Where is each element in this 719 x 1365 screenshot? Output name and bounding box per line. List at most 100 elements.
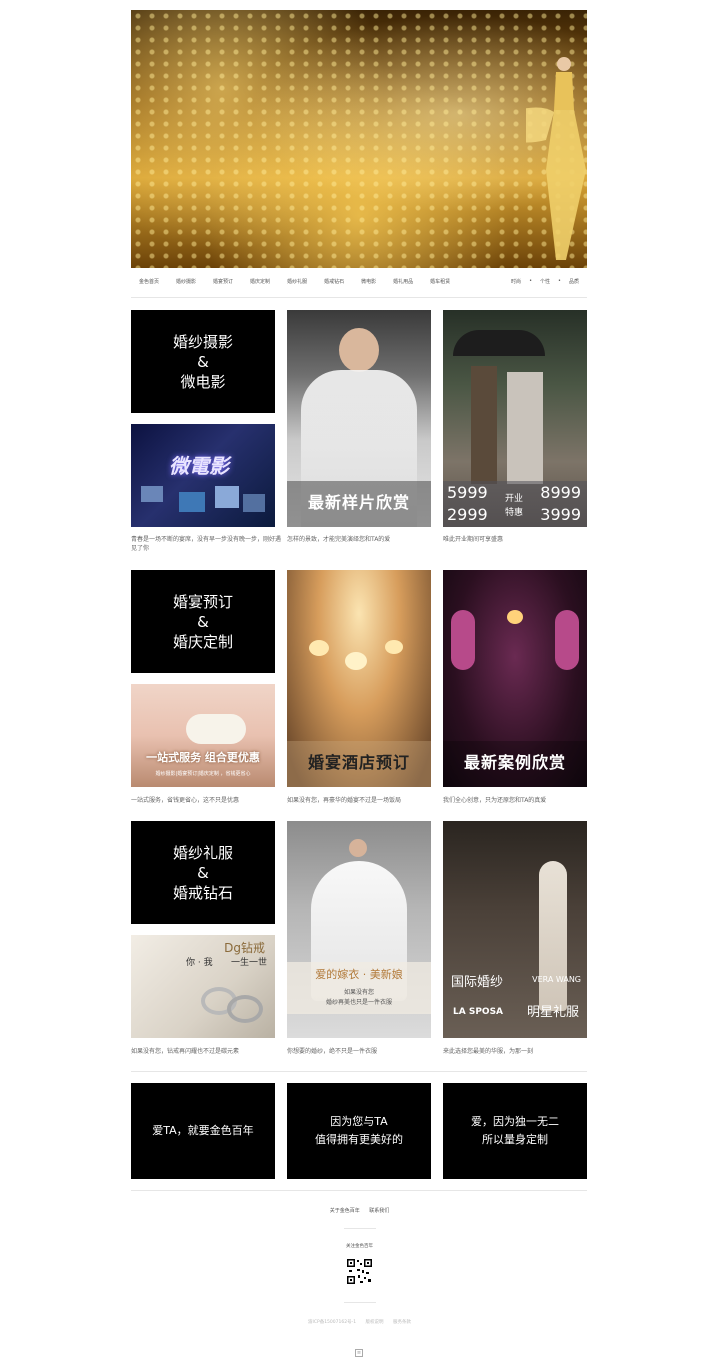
main-nav: 金色首页 婚纱摄影 婚宴预订 婚庆定制 婚纱礼服 婚戒钻石 微电影 婚礼用品 婚… [131,272,587,290]
icp-number[interactable]: 渝ICP备15007162号-1 [308,1320,356,1325]
tile-title: 明星礼服 [526,1005,579,1020]
tile-line: & [197,352,209,371]
nav-item[interactable]: 婚庆定制 [250,278,270,285]
copyright-link[interactable]: 版权说明 [366,1320,384,1325]
nav-dot: • [558,278,561,284]
ring [227,995,263,1023]
tile-line: 微电影 [180,372,226,391]
tile-title: 最新案例欣赏 [463,753,566,772]
nav-item[interactable]: 微电影 [361,278,376,285]
chandelier [507,610,523,624]
tile-line: 婚纱礼服 [172,843,233,862]
caption: 唯此开业期间可享盛惠 [443,536,504,543]
umbrella [453,330,545,356]
tile-line: 婚宴预订 [172,592,233,611]
ring-image[interactable]: Dg钻戒 你 · 我 一生一世 [131,935,275,1038]
brand-name: VERA WANG [532,975,581,984]
price-label: 开业 [505,494,524,504]
nav-tag: 时尚 [511,279,522,285]
slogan-banner[interactable]: 爱TA，就要金色百年 [131,1083,275,1179]
tile-line: & [197,863,209,882]
banner-line: 值得拥有更美好的 [315,1133,403,1146]
price: 2999 [447,505,488,524]
one-stop-service-image[interactable]: 一站式服务 组合更优惠 婚纱摄影|婚宴预订|婚庆定制 ，省钱更省心 [131,684,275,787]
price: 8999 [540,483,581,502]
caption: 怎样的景致，才能完美演绎您和TA的爱 [287,536,391,543]
brand-name: LA SPOSA [453,1007,504,1017]
tile-sub: 如果没有您 [343,989,374,996]
bridal-gown-tile[interactable]: 爱的嫁衣 · 美新娘 如果没有您 婚纱再美也只是一件衣服 [287,821,431,1038]
hero-banner[interactable] [131,10,587,268]
model-head [349,839,367,857]
flowers [186,714,246,744]
micro-film-logo: 微電影 [169,454,229,478]
slogan-banner[interactable]: 因为您与TA 值得拥有更美好的 [287,1083,431,1179]
film-still [243,494,265,512]
nav-item[interactable]: 婚宴预订 [213,278,233,285]
qr-code-icon[interactable] [346,1258,373,1285]
terms-link[interactable]: 服务条款 [393,1320,411,1325]
price: 5999 [447,483,488,502]
caption: 一站式服务，省钱更省心，这不只是优惠 [131,797,240,804]
tile-line: 婚戒钻石 [172,883,233,902]
caption: 你想要的婚纱，绝不只是一件衣服 [287,1048,378,1055]
divider [131,1190,587,1191]
gown [539,861,567,1011]
nav-dot: • [529,278,533,284]
latest-cases-tile[interactable]: 最新案例欣赏 [443,570,587,787]
micro-film-image[interactable]: 微電影 [131,424,275,527]
tile-title: 婚宴酒店预订 [307,753,410,772]
banner-line: 所以量身定制 [482,1133,548,1146]
tile-title: 国际婚纱 [451,975,504,990]
tile-line: & [197,612,209,631]
nav-item[interactable]: 婚纱礼服 [287,278,307,285]
nav-item[interactable]: 婚礼用品 [393,278,413,285]
nav-tag: 品质 [568,279,579,285]
ring-slogan: 你 · 我 [186,958,213,968]
category-tile-dress[interactable]: 婚纱礼服 & 婚戒钻石 [131,821,275,924]
category-tile-banquet[interactable]: 婚宴预订 & 婚庆定制 [131,570,275,673]
nav-item[interactable]: 婚车租赁 [430,278,450,285]
footer-link-about[interactable]: 关于金色百年 [330,1208,360,1214]
nav-item[interactable]: 金色首页 [139,278,159,285]
divider [344,1302,376,1303]
divider [131,297,587,298]
chandelier [345,652,367,670]
bride-face [339,328,379,372]
category-tile-photography[interactable]: 婚纱摄影 & 微电影 [131,310,275,413]
divider [344,1228,376,1229]
sample-photos-tile[interactable]: 最新样片欣赏 [287,310,431,527]
flower-decor [555,610,579,670]
caption: 我们全心创意，只为还原您和TA的真爱 [443,797,547,804]
tile-line: 婚庆定制 [172,632,233,651]
footer-links: 关于金色百年 联系我们 [0,1207,719,1214]
nav-item[interactable]: 婚纱摄影 [176,278,196,285]
badge-icon: ≡ [355,1349,363,1357]
film-still [179,492,205,512]
service-slogan: 一站式服务 组合更优惠 [146,751,260,764]
chandelier [385,640,403,654]
icp-info: 渝ICP备15007162号-1 版权说明 服务条款 [0,1319,719,1325]
footer-link-contact[interactable]: 联系我们 [369,1208,389,1214]
nav-tag: 个性 [540,279,551,285]
tile-line: 婚纱摄影 [172,332,233,351]
banner-line: 爱TA，就要金色百年 [152,1124,254,1137]
tile-title: 爱的嫁衣 · 美新娘 [315,968,403,981]
banquet-hotel-tile[interactable]: 婚宴酒店预订 [287,570,431,787]
ring-brand: Dg钻戒 [224,941,265,955]
divider [131,1071,587,1072]
flower-decor [451,610,475,670]
slogan-banner[interactable]: 爱，因为独一无二 所以量身定制 [443,1083,587,1179]
nav-item[interactable]: 婚戒钻石 [324,278,344,285]
banner-line: 因为您与TA [330,1115,388,1128]
tile-sub: 婚纱再美也只是一件衣服 [325,999,392,1006]
service-sub: 婚纱摄影|婚宴预订|婚庆定制 ，省钱更省心 [155,771,251,777]
ring-slogan: 一生一世 [230,958,267,968]
film-still [141,486,163,502]
tile-title: 最新样片欣赏 [307,493,410,512]
promo-prices-tile[interactable]: 5999 开业 8999 2999 特惠 3999 [443,310,587,527]
follow-label: 关注金色百年 [346,1244,373,1249]
price: 3999 [540,505,581,524]
groom [471,366,497,484]
international-gowns-tile[interactable]: 国际婚纱 VERA WANG LA SPOSA 明星礼服 [443,821,587,1038]
